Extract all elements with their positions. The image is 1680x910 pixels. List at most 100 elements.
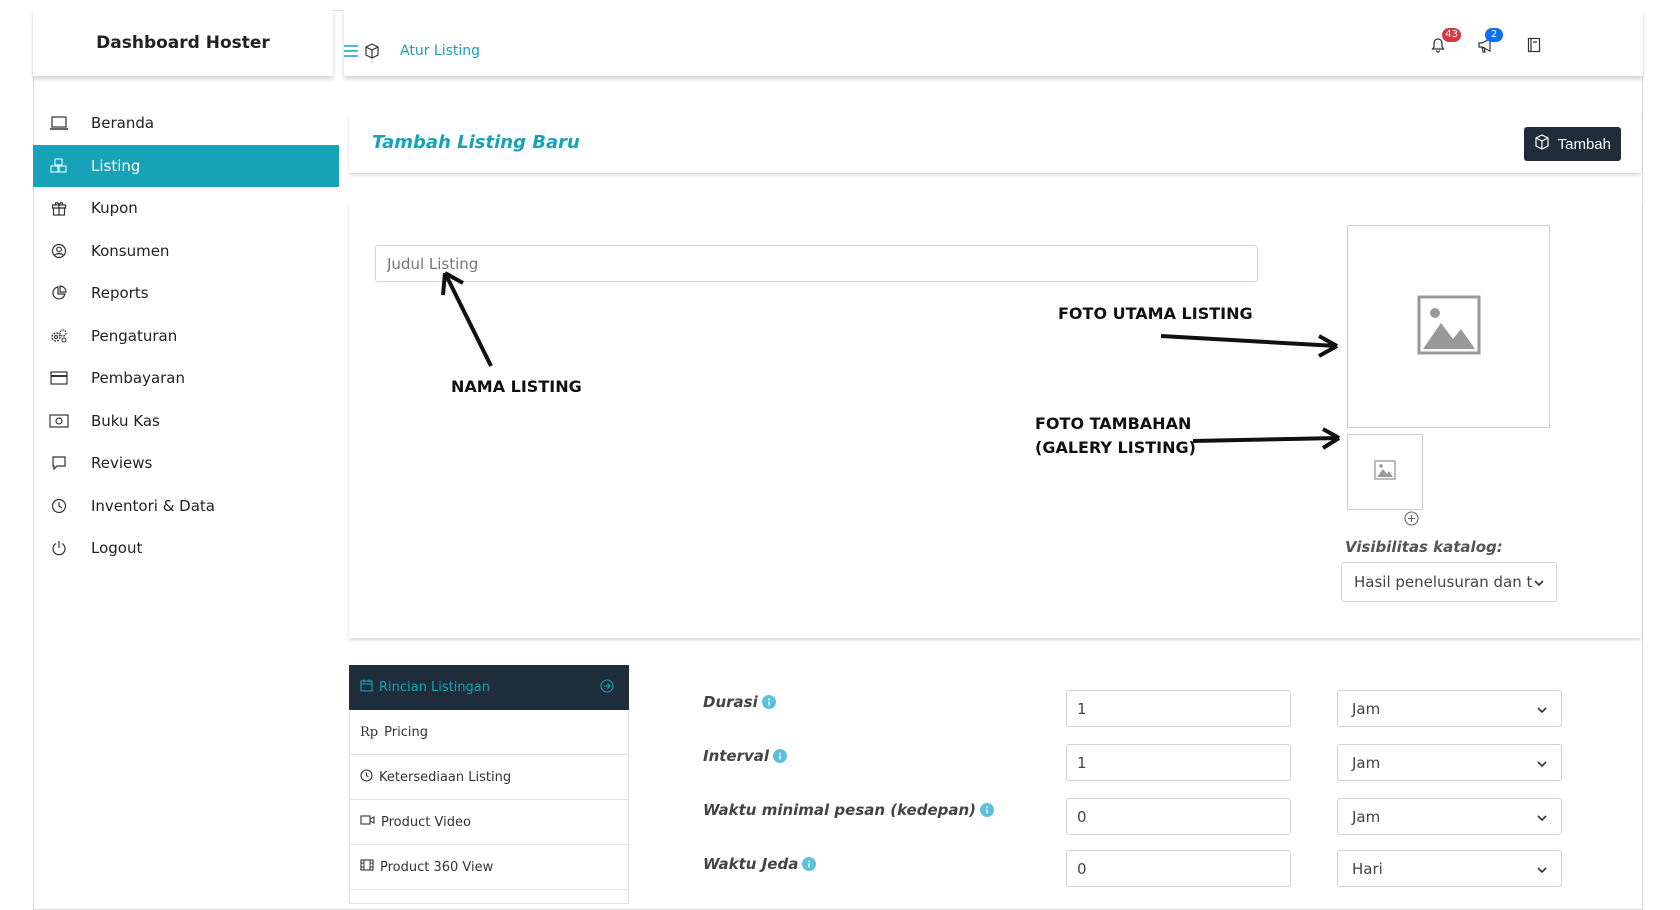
tambah-button[interactable]: Tambah <box>1523 127 1621 161</box>
tab-ketersediaan[interactable]: Ketersediaan Listing <box>349 755 629 800</box>
waktu-jeda-input[interactable]: 0 <box>1066 850 1291 887</box>
box-icon <box>364 43 380 59</box>
image-placeholder-icon <box>1374 460 1396 484</box>
annotation-foto-utama: FOTO UTAMA LISTING <box>1058 304 1253 323</box>
field-label-text: Waktu Jeda <box>703 855 799 873</box>
durasi-input[interactable]: 1 <box>1066 690 1291 727</box>
sidebar-item-label: Beranda <box>91 114 155 133</box>
listing-card: NAMA LISTING FOTO UTAMA LISTING FOTO TAM… <box>349 203 1641 638</box>
sidebar-item-reviews[interactable]: Reviews <box>33 442 339 485</box>
add-photo-icon[interactable] <box>1404 511 1419 530</box>
sidebar-item-konsumen[interactable]: Konsumen <box>33 230 339 273</box>
clock-icon <box>49 496 69 516</box>
chevron-down-icon <box>1537 700 1547 718</box>
top-icons: 43 2 <box>1425 28 1547 58</box>
tab-pricing[interactable]: Rp Pricing <box>349 710 629 755</box>
tab-product-video[interactable]: Product Video <box>349 800 629 845</box>
select-value: Jam <box>1352 699 1381 718</box>
info-icon[interactable] <box>980 803 995 817</box>
visibility-select[interactable]: Hasil penelusuran dan t <box>1341 562 1557 602</box>
field-interval: Interval <box>703 737 788 775</box>
visibility-label: Visibilitas katalog: <box>1345 538 1503 556</box>
film-icon <box>360 859 374 875</box>
field-durasi: Durasi <box>703 683 776 721</box>
megaphone-badge: 2 <box>1485 28 1503 42</box>
detail-tabs: Rincian Listingan Rp Pricing Ketersediaa… <box>349 665 629 904</box>
box-icon <box>1534 134 1550 154</box>
breadcrumb-link[interactable]: Atur Listing <box>400 43 480 59</box>
info-icon[interactable] <box>761 695 776 709</box>
sidebar-item-inventori[interactable]: Inventori & Data <box>33 485 339 528</box>
sidebar-item-label: Reviews <box>91 454 153 473</box>
clock-icon <box>360 768 373 786</box>
tab-label: Pricing <box>384 724 428 740</box>
sidebar-item-label: Reports <box>91 284 149 303</box>
sidebar-item-reports[interactable]: Reports <box>33 272 339 315</box>
hamburger-icon[interactable] <box>344 45 358 57</box>
sidebar-item-listing[interactable]: Listing <box>33 144 339 187</box>
credit-card-icon <box>49 368 69 388</box>
page-title: Tambah Listing Baru <box>372 132 580 153</box>
select-value: Jam <box>1352 807 1381 826</box>
bell-badge: 43 <box>1442 28 1461 42</box>
tab-label: Ketersediaan Listing <box>379 769 512 785</box>
tab-label: Product Video <box>381 814 471 830</box>
video-camera-icon <box>360 814 375 830</box>
sidebar-item-label: Listing <box>91 156 141 175</box>
waktu-jeda-unit-select[interactable]: Hari <box>1337 850 1562 887</box>
bell-icon[interactable]: 43 <box>1425 28 1461 58</box>
book-icon[interactable] <box>1521 32 1547 58</box>
user-circle-icon <box>49 241 69 261</box>
megaphone-icon[interactable]: 2 <box>1473 28 1503 58</box>
sidebar-item-logout[interactable]: Logout <box>33 527 339 570</box>
top-navbar: Atur Listing 43 2 <box>344 10 1643 76</box>
breadcrumb: Atur Listing <box>344 43 480 59</box>
gears-icon <box>49 326 69 346</box>
header-card: Tambah Listing Baru Tambah <box>349 113 1641 173</box>
annotation-foto-tambahan: FOTO TAMBAHAN (GALERY LISTING) <box>1035 412 1196 460</box>
sidebar-item-pembayaran[interactable]: Pembayaran <box>33 357 339 400</box>
field-label-text: Waktu minimal pesan (kedepan) <box>703 801 977 819</box>
waktu-minimal-input[interactable]: 0 <box>1066 798 1291 835</box>
tab-more[interactable] <box>349 890 629 904</box>
sidebar-item-label: Buku Kas <box>91 411 160 430</box>
annotation-nama: NAMA LISTING <box>451 377 582 396</box>
sidebar-item-kupon[interactable]: Kupon <box>33 187 339 230</box>
arrow-circle-icon <box>600 678 614 697</box>
pie-chart-icon <box>49 283 69 303</box>
tab-rincian[interactable]: Rincian Listingan <box>349 665 629 710</box>
cash-icon <box>49 411 69 431</box>
sidebar-item-beranda[interactable]: Beranda <box>33 102 339 145</box>
sidebar-item-label: Kupon <box>91 199 138 218</box>
waktu-minimal-unit-select[interactable]: Jam <box>1337 798 1562 835</box>
tab-product-360[interactable]: Product 360 View <box>349 845 629 890</box>
arrow-foto-utama-icon <box>1160 334 1338 358</box>
tambah-label: Tambah <box>1557 135 1611 153</box>
info-icon[interactable] <box>802 857 817 871</box>
chevron-down-icon <box>1534 573 1544 591</box>
visibility-value: Hasil penelusuran dan t <box>1354 573 1533 591</box>
interval-input[interactable]: 1 <box>1066 744 1291 781</box>
field-label-text: Durasi <box>703 693 758 711</box>
select-value: Jam <box>1352 753 1381 772</box>
judul-listing-input[interactable] <box>375 245 1258 282</box>
foto-tambahan-upload[interactable] <box>1347 434 1423 510</box>
chevron-down-icon <box>1537 808 1547 826</box>
sidebar-item-label: Pengaturan <box>91 326 178 345</box>
field-label: Interval <box>703 747 788 765</box>
interval-unit-select[interactable]: Jam <box>1337 744 1562 781</box>
sidebar-item-label: Pembayaran <box>91 369 185 388</box>
chevron-down-icon <box>1537 754 1547 772</box>
brand-title: Dashboard Hoster <box>96 33 270 53</box>
foto-utama-upload[interactable] <box>1347 225 1550 428</box>
sidebar-item-buku-kas[interactable]: Buku Kas <box>33 400 339 443</box>
calendar-icon <box>360 679 373 696</box>
sidebar-item-pengaturan[interactable]: Pengaturan <box>33 315 339 358</box>
chat-icon <box>49 453 69 473</box>
durasi-unit-select[interactable]: Jam <box>1337 690 1562 727</box>
tab-label: Product 360 View <box>380 859 494 875</box>
sidebar-item-label: Logout <box>91 539 143 558</box>
power-icon <box>49 538 69 558</box>
info-icon[interactable] <box>773 749 788 763</box>
image-placeholder-icon <box>1417 295 1481 359</box>
